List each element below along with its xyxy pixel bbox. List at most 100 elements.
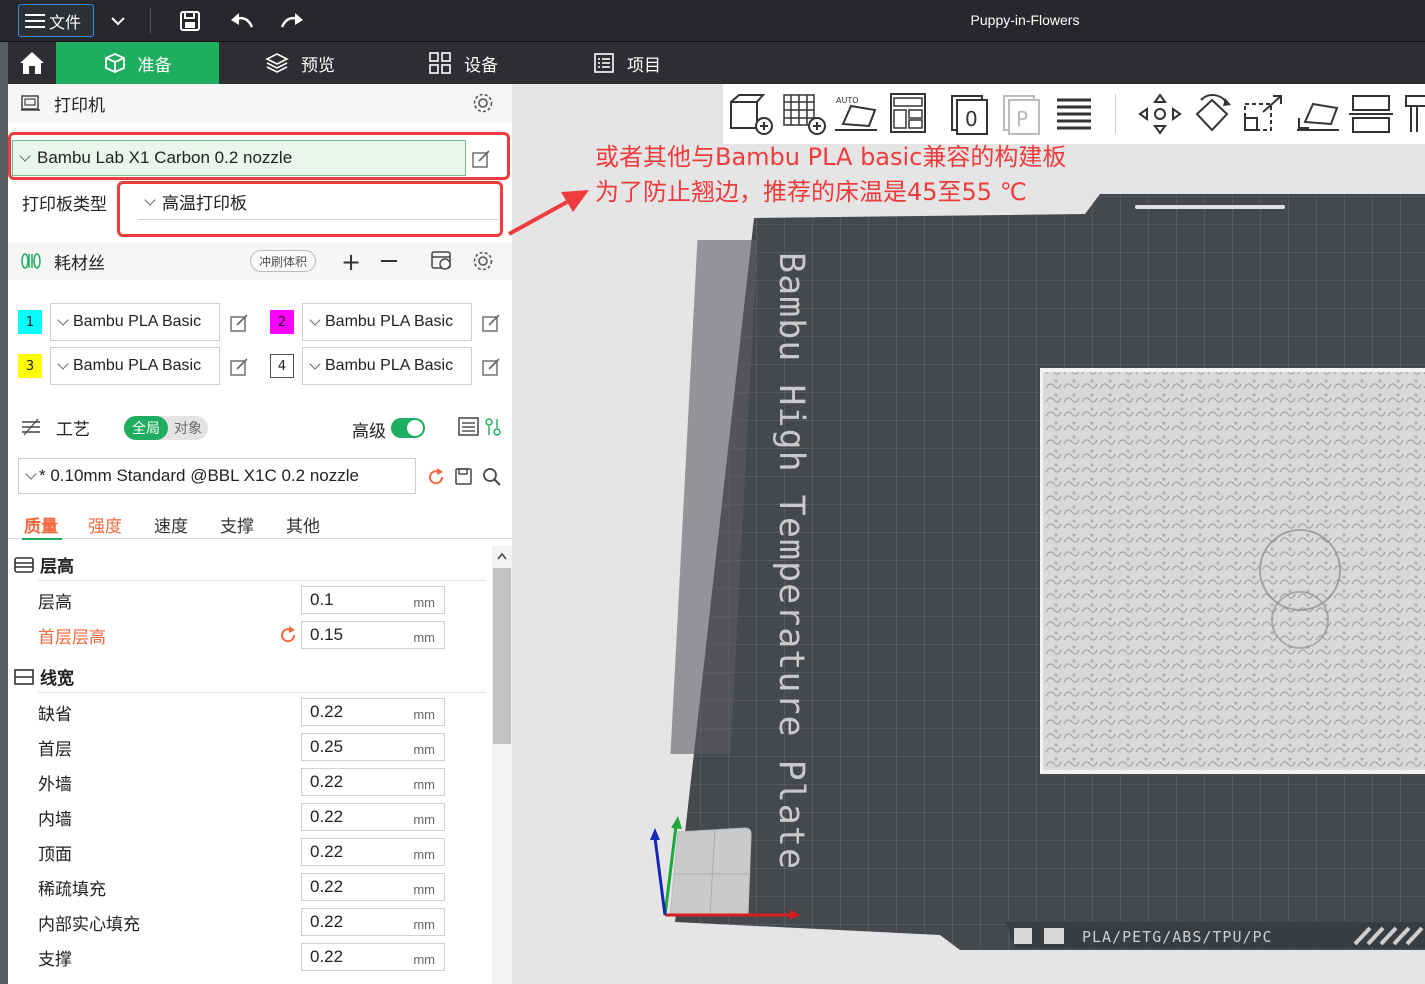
- printer-section-header: 打印机: [8, 84, 512, 122]
- cut-icon[interactable]: [1349, 92, 1395, 136]
- filament-name: Bambu PLA Basic: [325, 313, 454, 330]
- edit-icon[interactable]: [230, 358, 248, 376]
- scrollbar-track[interactable]: [492, 546, 512, 984]
- add-filament-button[interactable]: +: [341, 248, 361, 276]
- search-icon[interactable]: [482, 467, 502, 487]
- setting-unit: mm: [413, 742, 435, 757]
- setting-input[interactable]: 0.22 mm: [301, 873, 445, 901]
- puppy-in-flowers-model[interactable]: [1043, 372, 1425, 770]
- edit-icon[interactable]: [230, 314, 248, 332]
- setting-value: 0.22: [310, 912, 344, 931]
- chevron-down-icon: [57, 314, 69, 326]
- scale-icon[interactable]: [1241, 92, 1287, 136]
- tab-device-label: 设备: [464, 55, 498, 76]
- filament-color-swatch[interactable]: 4: [270, 354, 294, 378]
- scrollbar-thumb[interactable]: [493, 568, 511, 744]
- flush-volume-button[interactable]: 冲刷体积: [250, 250, 317, 272]
- title-bar: 文件 Puppy-in-Flowers: [0, 0, 1425, 42]
- support-paint-icon[interactable]: [1403, 92, 1425, 136]
- setting-label: 外墙: [38, 775, 72, 795]
- add-plate-icon[interactable]: [781, 92, 827, 136]
- edit-icon[interactable]: [482, 358, 500, 376]
- setting-unit: mm: [413, 595, 435, 610]
- save-preset-icon[interactable]: [454, 467, 474, 487]
- svg-text:P: P: [1016, 107, 1028, 131]
- list-icon[interactable]: [458, 417, 480, 437]
- arrange-icon[interactable]: [885, 92, 931, 136]
- process-icon: [22, 418, 40, 436]
- setting-label: 首层层高: [38, 628, 106, 648]
- menu-icon: [25, 13, 45, 28]
- setting-input[interactable]: 0.22 mm: [301, 908, 445, 936]
- tab-prepare[interactable]: 准备: [56, 42, 219, 84]
- lay-on-face-icon[interactable]: [1295, 92, 1341, 136]
- tab-project[interactable]: 项目: [593, 42, 661, 84]
- filament-section-title: 耗材丝: [54, 253, 105, 274]
- setting-input[interactable]: 0.22 mm: [301, 698, 445, 726]
- compare-icon[interactable]: [484, 417, 502, 437]
- process-preset-select[interactable]: * 0.10mm Standard @BBL X1C 0.2 nozzle: [18, 458, 416, 494]
- gear-icon[interactable]: [472, 92, 494, 114]
- setting-input[interactable]: 0.22 mm: [301, 838, 445, 866]
- setting-unit: mm: [413, 917, 435, 932]
- tab-home[interactable]: [8, 42, 56, 84]
- filament-select[interactable]: Bambu PLA Basic: [50, 303, 220, 341]
- process-tab[interactable]: 支撑: [220, 512, 254, 537]
- advanced-switch[interactable]: [391, 418, 425, 438]
- scroll-up-icon[interactable]: [497, 552, 507, 560]
- filament-icon: [21, 253, 41, 269]
- setting-label: 内墙: [38, 810, 72, 830]
- layer-height-icon: [14, 556, 34, 573]
- advanced-label: 高级: [352, 422, 386, 442]
- reset-icon[interactable]: [426, 467, 446, 487]
- lock-plate-icon[interactable]: P: [999, 92, 1045, 136]
- filament-color-swatch[interactable]: 2: [270, 310, 294, 334]
- move-icon[interactable]: [1137, 92, 1183, 136]
- project-icon: [594, 53, 614, 73]
- rotate-icon[interactable]: [1189, 92, 1235, 136]
- setting-unit: mm: [413, 847, 435, 862]
- setting-input[interactable]: 0.22 mm: [301, 803, 445, 831]
- chevron-down-icon[interactable]: [104, 8, 132, 34]
- process-tab[interactable]: 质量: [24, 512, 58, 537]
- chevron-down-icon: [25, 468, 37, 480]
- filament-select[interactable]: Bambu PLA Basic: [50, 347, 220, 385]
- redo-icon[interactable]: [278, 8, 306, 34]
- plate-settings-icon[interactable]: 0: [947, 92, 993, 136]
- add-object-icon[interactable]: [727, 92, 773, 136]
- setting-input[interactable]: 0.15 mm: [301, 621, 445, 649]
- filament-color-swatch[interactable]: 3: [18, 354, 42, 378]
- tab-preview[interactable]: 预览: [265, 42, 335, 84]
- edit-icon[interactable]: [482, 314, 500, 332]
- tab-device[interactable]: 设备: [428, 42, 498, 84]
- setting-input[interactable]: 0.25 mm: [301, 733, 445, 761]
- filament-select[interactable]: Bambu PLA Basic: [302, 347, 472, 385]
- chevron-down-icon: [309, 358, 321, 370]
- process-tab[interactable]: 其他: [286, 512, 320, 537]
- remove-filament-button[interactable]: [381, 260, 397, 262]
- process-tab[interactable]: 速度: [154, 512, 188, 537]
- reset-icon[interactable]: [278, 625, 298, 645]
- sync-filament-icon[interactable]: [430, 250, 454, 272]
- settings-group-title: 线宽: [40, 669, 74, 689]
- auto-orient-icon[interactable]: AUTO: [833, 92, 879, 136]
- setting-input[interactable]: 0.1 mm: [301, 586, 445, 614]
- setting-input[interactable]: 0.22 mm: [301, 943, 445, 971]
- toggle-global[interactable]: 全局: [124, 416, 168, 440]
- layers-editing-icon[interactable]: [1051, 92, 1097, 136]
- setting-value: 0.22: [310, 842, 344, 861]
- filament-color-swatch[interactable]: 1: [18, 310, 42, 334]
- save-icon[interactable]: [176, 8, 204, 34]
- process-preset-value: * 0.10mm Standard @BBL X1C 0.2 nozzle: [39, 466, 359, 485]
- filament-select[interactable]: Bambu PLA Basic: [302, 303, 472, 341]
- annotation-line-1: 或者其他与Bambu PLA basic兼容的构建板: [595, 143, 1067, 171]
- setting-input[interactable]: 0.22 mm: [301, 768, 445, 796]
- global-object-toggle[interactable]: 全局 对象: [124, 416, 208, 440]
- undo-icon[interactable]: [228, 8, 256, 34]
- svg-text:0: 0: [965, 107, 978, 131]
- process-tab[interactable]: 强度: [88, 512, 122, 537]
- gear-icon[interactable]: [472, 250, 494, 272]
- file-menu-button[interactable]: 文件: [18, 4, 94, 37]
- toggle-object[interactable]: 对象: [168, 416, 208, 440]
- 3d-viewport[interactable]: Bambu High Temperature Plate PLA/PETG/AB…: [512, 84, 1425, 984]
